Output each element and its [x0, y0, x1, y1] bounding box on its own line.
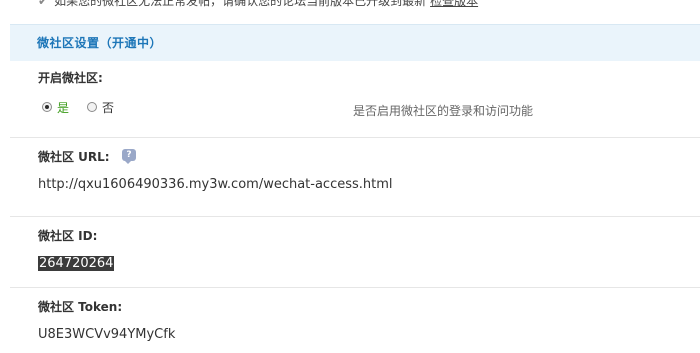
help-icon[interactable]: ?	[122, 149, 136, 164]
upgrade-tip-text: 如果您的微社区无法正常发帖，请确认您的论坛当前版本已升级到最新	[54, 0, 427, 8]
id-value-wrapper: 264720264	[38, 256, 115, 271]
url-label: 微社区 URL:	[38, 150, 110, 164]
token-label: 微社区 Token:	[38, 300, 123, 314]
enable-label: 开启微社区:	[38, 71, 103, 85]
section-title: 微社区设置（开通中）	[37, 36, 163, 50]
url-value: http://qxu1606490336.my3w.com/wechat-acc…	[38, 177, 393, 192]
divider	[10, 287, 700, 288]
check-version-link[interactable]: 检查版本	[430, 0, 478, 8]
id-label: 微社区 ID:	[38, 229, 98, 243]
divider	[10, 137, 700, 138]
section-header: 微社区设置（开通中）	[10, 24, 700, 61]
enable-no-radio[interactable]	[87, 102, 98, 112]
enable-yes-label[interactable]: 是	[57, 99, 69, 116]
token-value: U8E3WCVv94YMyCfk	[38, 327, 176, 342]
enable-hint: 是否启用微社区的登录和访问功能	[353, 104, 534, 118]
enable-radio-group: 是 否	[42, 98, 132, 116]
divider	[10, 216, 700, 217]
upgrade-tip: ✔ 如果您的微社区无法正常发帖，请确认您的论坛当前版本已升级到最新 检查版本	[0, 0, 700, 10]
enable-no-label[interactable]: 否	[102, 99, 114, 116]
info-icon: ✔	[38, 0, 49, 8]
wechat-community-settings-page: ✔ 如果您的微社区无法正常发帖，请确认您的论坛当前版本已升级到最新 检查版本 微社区…	[0, 0, 700, 353]
id-value: 264720264	[38, 256, 115, 271]
enable-yes-radio[interactable]	[42, 102, 52, 112]
